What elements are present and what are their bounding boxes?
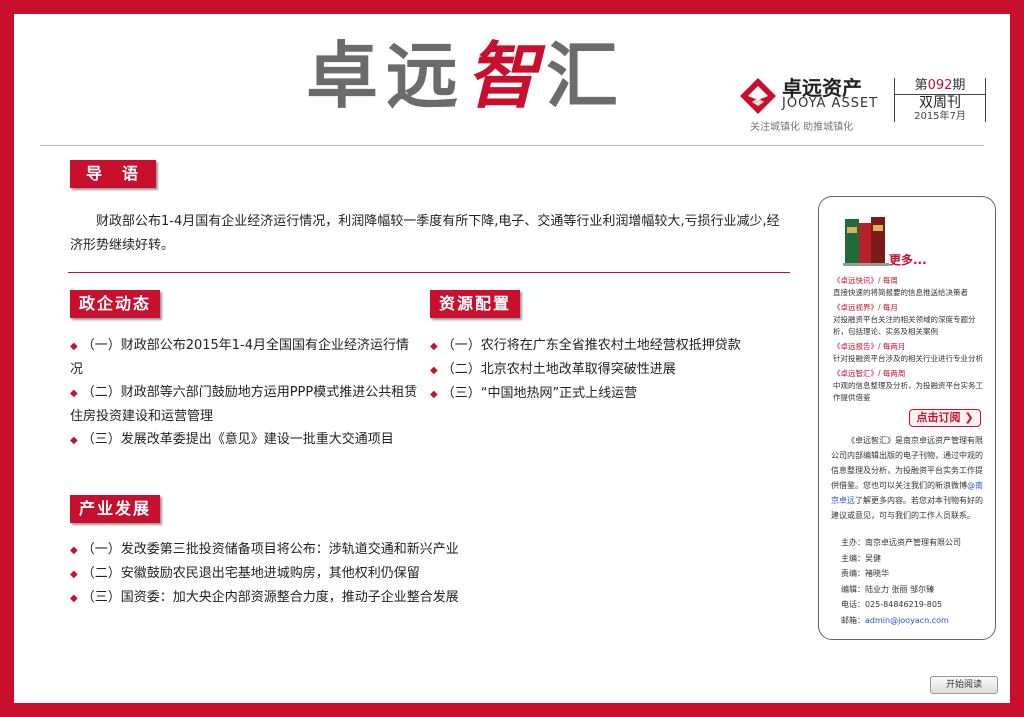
publication-title: 卓远智汇: [306, 34, 627, 118]
list-item[interactable]: ◆ （三）发展改革委提出《意见》建设一批重大交通项目: [70, 428, 422, 452]
books-icon: [843, 217, 889, 266]
diamond-bullet-icon: ◆: [70, 341, 78, 352]
email-line: 邮箱：admin@jooyacn.com: [841, 615, 949, 625]
start-reading-button[interactable]: 开始阅读: [930, 676, 998, 694]
industry-list: ◆ （一）发改委第三批投资储备项目将公布：涉轨道交通和新兴产业 ◆ （二）安徽鼓励农…: [70, 538, 490, 610]
diamond-bullet-icon: ◆: [70, 593, 78, 604]
masthead: 卓远智汇 卓远资产 JOOYA ASSET 关注城镇化 助推城镇化 第092期 …: [14, 14, 1010, 144]
email-link[interactable]: admin@jooyacn.com: [865, 616, 949, 625]
list-item[interactable]: ◆ （三）“中国地热网”正式上线运营: [430, 382, 800, 406]
list-item[interactable]: ◆ （二）安徽鼓励农民退出宅基地进城购房，其他权利仍保留: [70, 562, 490, 586]
issue-frequency: 双周刊: [895, 94, 985, 111]
sidebar-panel: 更多... 《卓远快讯》/ 每周 直接快速的将简报要的信息推送给决策者 《卓远视界…: [818, 196, 996, 640]
policy-list: ◆ （一）财政部公布2015年1-4月全国国有企业经济运行情况 ◆ （二）财政部等六…: [70, 334, 422, 452]
arrow-right-icon: ❯: [964, 411, 974, 424]
list-item[interactable]: ◆ （一）财政部公布2015年1-4月全国国有企业经济运行情况: [70, 334, 422, 381]
diamond-bullet-icon: ◆: [430, 341, 438, 352]
brand-slogan: 关注城镇化 助推城镇化: [750, 122, 854, 133]
issue-box: 第092期 双周刊 2015年7月: [894, 78, 986, 122]
intro-divider: [68, 272, 790, 273]
industry-section-title: 产业发展: [70, 495, 160, 523]
credits: 主办：南京卓远资产管理有限公司 主编：吴健 责编：褚晓华 编辑：陆业力 张丽 邹…: [841, 535, 961, 628]
page: 卓远智汇 卓远资产 JOOYA ASSET 关注城镇化 助推城镇化 第092期 …: [14, 14, 1010, 703]
title-accent-character: 智: [466, 34, 547, 118]
list-item[interactable]: ◆ （二）北京农村土地改革取得突破性进展: [430, 358, 800, 382]
publication-item: 《卓远报告》/ 每两月 针对投融资平台涉及的相关行业进行专业分析: [833, 342, 983, 363]
list-item[interactable]: ◆ （二）财政部等六部门鼓励地方运用PPP模式推进公共租赁住房投资建设和运营管理: [70, 381, 422, 428]
sidebar-description: 《卓远智汇》是南京卓远资产管理有限公司内部编辑出版的电子刊物，通过中观的信息整理…: [831, 436, 983, 520]
publication-item: 《卓远视界》/ 每月 对投融资平台关注的相关领域的深度专题分析，包括理论、实务及相…: [833, 303, 976, 336]
diamond-bullet-icon: ◆: [70, 435, 78, 446]
diamond-bullet-icon: ◆: [70, 388, 78, 399]
intro-title: 导 语: [70, 160, 156, 188]
publication-item: 《卓远快讯》/ 每周 直接快速的将简报要的信息推送给决策者: [833, 276, 968, 297]
publication-item: 《卓远智汇》/ 每两周 中观的信息整理及分析，为投融资平台实务工作提供借鉴: [833, 369, 983, 402]
more-link[interactable]: 更多...: [889, 251, 927, 268]
intro-text: 财政部公布1-4月国有企业经济运行情况，利润降幅较一季度有所下降,电子、交通等行…: [70, 214, 780, 253]
diamond-bullet-icon: ◆: [430, 389, 438, 400]
policy-section-title: 政企动态: [70, 290, 160, 318]
list-item[interactable]: ◆ （一）发改委第三批投资储备项目将公布：涉轨道交通和新兴产业: [70, 538, 490, 562]
resource-section-title: 资源配置: [430, 290, 520, 318]
list-item[interactable]: ◆ （一）农行将在广东全省推农村土地经营权抵押贷款: [430, 334, 800, 358]
brand-name-en: JOOYA ASSET: [782, 96, 879, 111]
publication-list: 《卓远快讯》/ 每周 直接快速的将简报要的信息推送给决策者 《卓远视界》/ 每月对…: [833, 275, 989, 407]
list-item[interactable]: ◆ （三）国资委：加大央企内部资源整合力度，推动子企业整合发展: [70, 586, 490, 610]
issue-number: 第092期: [914, 78, 966, 93]
issue-date: 2015年7月: [914, 111, 966, 122]
diamond-bullet-icon: ◆: [70, 545, 78, 556]
masthead-divider: [40, 145, 984, 146]
resource-list: ◆ （一）农行将在广东全省推农村土地经营权抵押贷款 ◆ （二）北京农村土地改革取得突…: [430, 334, 800, 406]
diamond-bullet-icon: ◆: [70, 569, 78, 580]
jooya-logo-icon: [740, 78, 776, 114]
diamond-bullet-icon: ◆: [430, 365, 438, 376]
subscribe-button[interactable]: 点击订阅 ❯: [909, 409, 981, 427]
